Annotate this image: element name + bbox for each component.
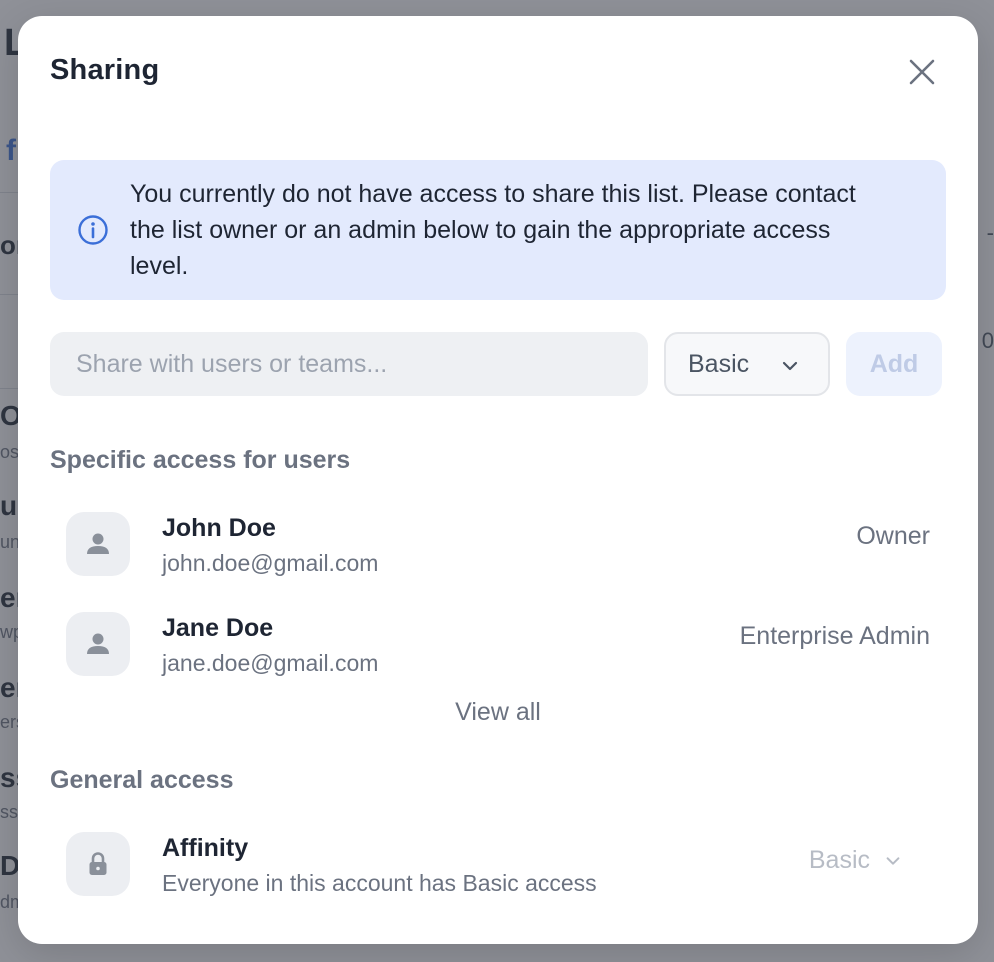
- user-role: Enterprise Admin: [739, 622, 930, 650]
- chevron-down-icon: [886, 856, 900, 865]
- access-notice-text: You currently do not have access to shar…: [130, 180, 856, 280]
- general-access-value: Basic: [808, 846, 870, 874]
- info-icon: [78, 215, 108, 245]
- user-email: john.doe@gmail.com: [162, 550, 379, 576]
- avatar: [66, 612, 130, 676]
- chevron-down-icon: [782, 361, 798, 371]
- user-row: Jane Doe jane.doe@gmail.com Enterprise A…: [66, 612, 930, 678]
- view-all-link[interactable]: View all: [18, 698, 978, 727]
- user-name: Jane Doe: [162, 614, 274, 642]
- close-icon: [909, 59, 935, 85]
- person-icon: [87, 533, 109, 554]
- access-notice-banner: You currently do not have access to shar…: [50, 160, 946, 300]
- access-level-select[interactable]: Basic: [664, 332, 830, 396]
- general-access-row: Affinity Everyone in this account has Ba…: [66, 832, 930, 898]
- general-access-description: Everyone in this account has Basic acces…: [162, 870, 597, 896]
- avatar: [66, 512, 130, 576]
- dialog-title: Sharing: [50, 54, 160, 86]
- sharing-dialog: Sharing You currently do not have access…: [18, 16, 978, 944]
- user-email: jane.doe@gmail.com: [162, 650, 379, 676]
- share-search-input[interactable]: [50, 332, 648, 396]
- user-row: John Doe john.doe@gmail.com Owner: [66, 512, 930, 578]
- user-role: Owner: [856, 522, 930, 550]
- add-button[interactable]: Add: [846, 332, 942, 396]
- general-access-heading: General access: [50, 766, 234, 794]
- organization-name: Affinity: [162, 834, 249, 862]
- specific-access-heading: Specific access for users: [50, 446, 351, 474]
- close-button[interactable]: [902, 52, 942, 92]
- avatar: [66, 832, 130, 896]
- lock-icon: [89, 852, 107, 875]
- access-level-value: Basic: [688, 349, 750, 378]
- user-name: John Doe: [162, 514, 276, 542]
- person-icon: [87, 633, 109, 654]
- general-access-select[interactable]: Basic: [809, 846, 902, 875]
